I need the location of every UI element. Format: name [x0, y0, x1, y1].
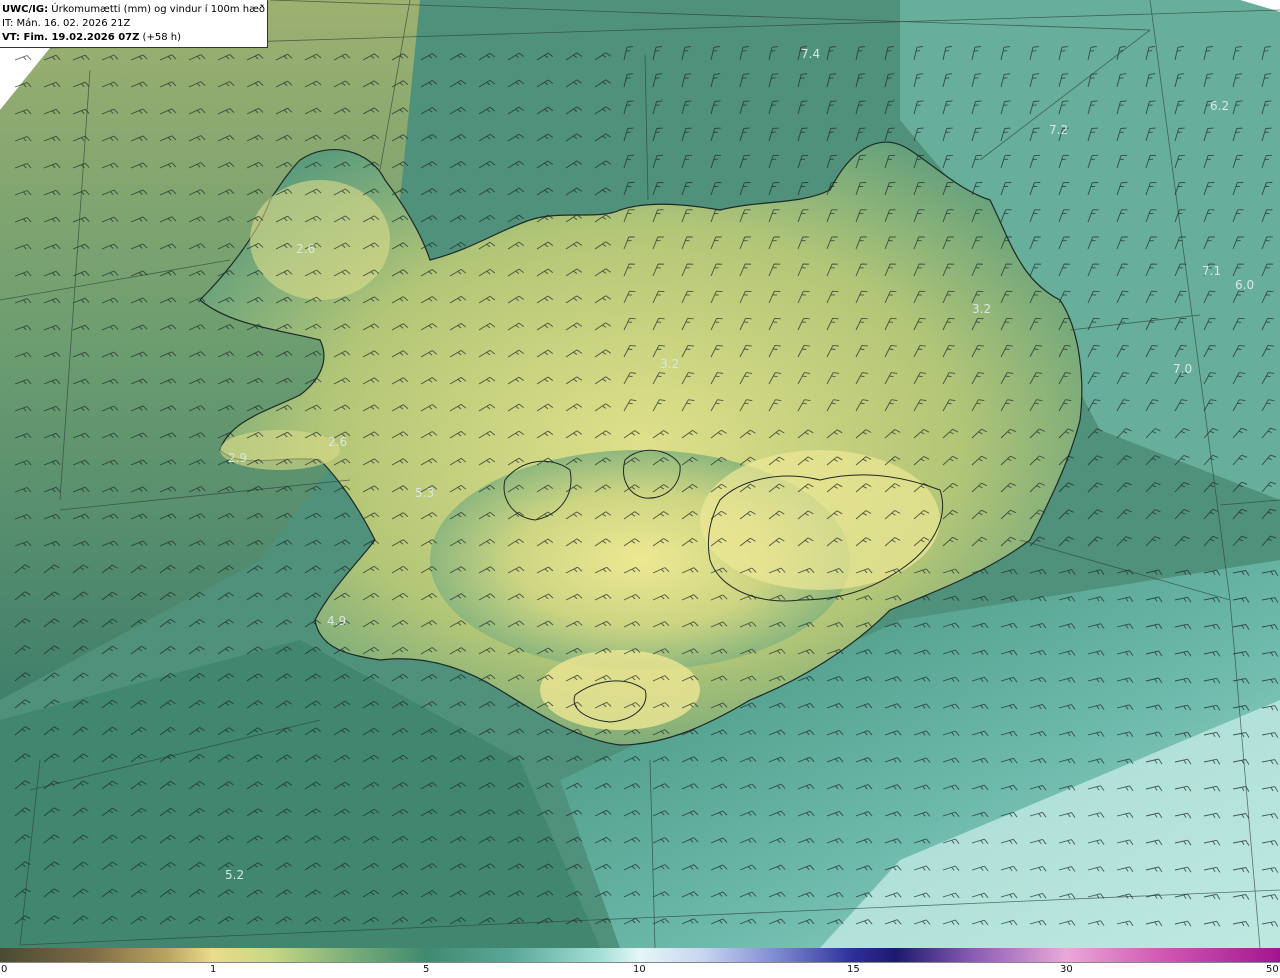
colorbar-tick: 15 — [847, 964, 860, 975]
value-label: 2.6 — [296, 242, 315, 256]
value-label: 2.6 — [328, 435, 347, 449]
colorbar-gradient — [0, 948, 1280, 963]
valid-time: VT: Fim. 19.02.2026 07Z — [2, 32, 140, 43]
colorbar-tick: 1 — [210, 964, 217, 975]
forecast-lead: (+58 h) — [139, 32, 181, 43]
product-title-line: UWC/IG: Úrkomumætti (mm) og vindur í 100… — [2, 3, 267, 17]
valid-time-line: VT: Fim. 19.02.2026 07Z (+58 h) — [2, 31, 267, 45]
colorbar-tick: 0 — [1, 964, 8, 975]
map-info-box: UWC/IG: Úrkomumætti (mm) og vindur í 100… — [0, 0, 268, 48]
value-label: 6.0 — [1235, 278, 1254, 292]
value-label: 6.2 — [1210, 99, 1229, 113]
colorbar-tick: 50 — [1266, 964, 1279, 975]
value-label: 3.2 — [660, 357, 679, 371]
value-label: 5.2 — [225, 868, 244, 882]
highland-max-east — [700, 450, 940, 590]
value-label: 7.4 — [801, 47, 820, 61]
product-title: Úrkomumætti (mm) og vindur í 100m hæð — [48, 4, 266, 15]
colorbar-tick: 30 — [1060, 964, 1073, 975]
init-time: IT: Mán. 16. 02. 2026 21Z — [2, 18, 131, 29]
value-label: 7.0 — [1173, 362, 1192, 376]
value-label: 5.3 — [415, 486, 434, 500]
colorbar: 0 1 5 10 15 30 50 — [0, 948, 1280, 978]
map-viewer: 7.4 6.2 7.2 2.6 7.1 6.0 3.2 3.2 7.0 2.6 … — [0, 0, 1280, 978]
highland-max-south — [540, 650, 700, 730]
value-label: 7.1 — [1202, 264, 1221, 278]
value-label: 3.2 — [972, 302, 991, 316]
value-label: 7.2 — [1049, 123, 1068, 137]
value-label: 2.9 — [228, 451, 247, 465]
colorbar-tick: 10 — [633, 964, 646, 975]
product-code: UWC/IG: — [2, 4, 49, 15]
weather-map[interactable]: 7.4 6.2 7.2 2.6 7.1 6.0 3.2 3.2 7.0 2.6 … — [0, 0, 1280, 978]
value-label: 4.9 — [327, 614, 346, 628]
westfjords-bright — [250, 180, 390, 300]
colorbar-tick: 5 — [423, 964, 430, 975]
